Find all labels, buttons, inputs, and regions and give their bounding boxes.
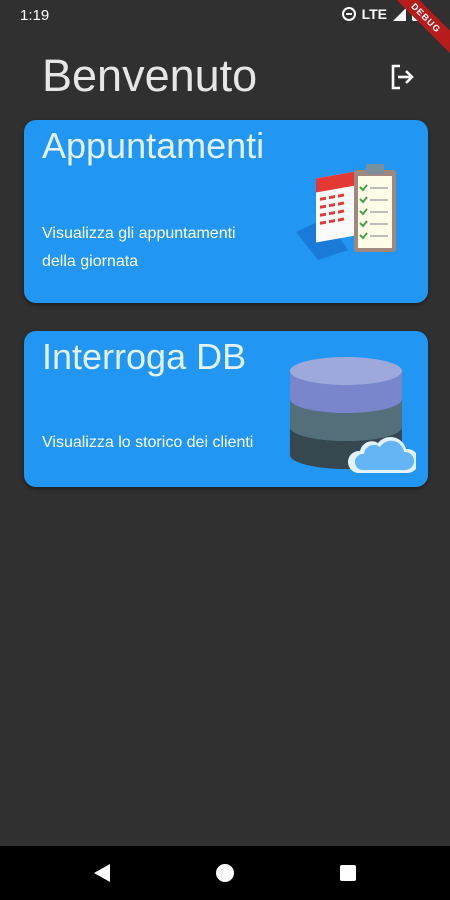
interroga-db-card-description: Visualizza lo storico dei clienti: [42, 434, 254, 451]
page-title: Benvenuto: [42, 50, 258, 101]
back-button[interactable]: [72, 846, 132, 900]
network-type: LTE: [361, 6, 387, 22]
appuntamenti-card[interactable]: Appuntamenti Visualizza gli appuntamenti…: [24, 120, 428, 303]
status-time: 1:19: [20, 7, 50, 24]
status-bar: 1:19 LTE: [0, 0, 450, 30]
back-icon: [94, 864, 110, 882]
interroga-db-card-title: Interroga DB: [42, 336, 247, 377]
signal-icon: [393, 7, 406, 21]
appuntamenti-card-title: Appuntamenti: [42, 125, 265, 166]
recents-button[interactable]: [318, 846, 378, 900]
appuntamenti-card-description: Visualizza gli appuntamenti della giorna…: [42, 225, 236, 270]
logout-icon: [391, 64, 414, 90]
recents-icon: [340, 865, 356, 881]
interroga-db-card[interactable]: Interroga DB Visualizza lo storico dei c…: [24, 331, 428, 487]
calendar-checklist-icon: [296, 164, 396, 260]
logout-button[interactable]: [388, 62, 418, 92]
database-cloud-icon: [290, 357, 416, 473]
home-button[interactable]: [195, 846, 255, 900]
navigation-bar: [0, 846, 450, 900]
do-not-disturb-icon: [341, 7, 356, 21]
home-icon: [216, 864, 234, 882]
